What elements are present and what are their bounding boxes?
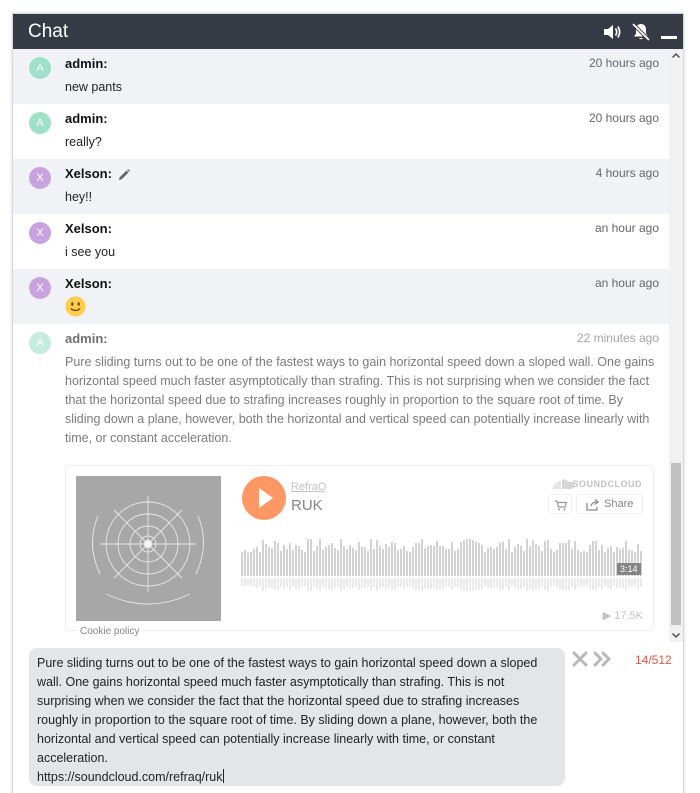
message-author[interactable]: admin:	[65, 331, 108, 346]
pencil-icon[interactable]	[117, 168, 131, 182]
message-time: an hour ago	[594, 221, 659, 235]
scroll-thumb[interactable]	[671, 463, 681, 625]
play-count: ▶ 17.5K	[603, 609, 643, 622]
message-text: i see you	[65, 245, 116, 259]
message-author[interactable]: admin:	[65, 111, 108, 126]
message-list: A admin: 20 hours ago new pants A admin:…	[13, 49, 683, 642]
message-text: really?	[65, 135, 102, 149]
avatar[interactable]: X	[29, 167, 51, 189]
chat-title: Chat	[28, 21, 69, 42]
message-text: new pants	[65, 80, 122, 94]
waveform[interactable]	[241, 532, 643, 594]
chat-header: Chat	[13, 14, 683, 49]
message-item: X Xelson: an hour ago	[13, 269, 669, 324]
clear-icon[interactable]	[571, 650, 589, 668]
avatar[interactable]: A	[29, 112, 51, 134]
avatar[interactable]: X	[29, 222, 51, 244]
play-button[interactable]	[242, 476, 286, 520]
share-icon	[586, 499, 600, 511]
message-author[interactable]: admin:	[65, 56, 108, 71]
message-item: A admin: 22 minutes ago Pure sliding tur…	[13, 324, 669, 642]
cart-icon	[555, 500, 568, 511]
message-time: 20 hours ago	[588, 111, 659, 125]
message-author[interactable]: Xelson:	[65, 166, 112, 181]
avatar[interactable]: X	[29, 277, 51, 299]
volume-icon[interactable]	[601, 21, 623, 43]
scroll-down-arrow-icon[interactable]	[669, 628, 683, 642]
message-item: A admin: 20 hours ago new pants	[13, 49, 669, 104]
message-item: A admin: 20 hours ago really?	[13, 104, 669, 159]
message-time: 4 hours ago	[595, 166, 659, 180]
send-icon[interactable]	[593, 650, 613, 668]
play-count-icon: ▶	[602, 610, 612, 622]
share-label: Share	[604, 498, 634, 510]
soundcloud-brand[interactable]: SOUNDCLOUD	[573, 479, 643, 489]
track-title[interactable]: RUK	[291, 497, 323, 514]
text-caret	[222, 769, 224, 783]
message-input-value: Pure sliding turns out to be one of the …	[37, 656, 538, 784]
scrollbar[interactable]	[669, 49, 683, 642]
buy-button[interactable]	[548, 494, 572, 514]
message-input-text[interactable]: Pure sliding turns out to be one of the …	[37, 654, 559, 787]
track-artist-link[interactable]: RefraQ	[291, 481, 326, 493]
message-time: 22 minutes ago	[576, 331, 659, 345]
bell-off-icon[interactable]	[630, 21, 652, 43]
cookie-policy-link[interactable]: Cookie policy	[78, 625, 142, 638]
message-author[interactable]: Xelson:	[65, 276, 112, 291]
message-input[interactable]: Pure sliding turns out to be one of the …	[29, 648, 565, 786]
play-count-value: 17.5K	[614, 610, 643, 622]
message-time: an hour ago	[594, 276, 659, 290]
minimize-icon[interactable]	[658, 21, 680, 43]
message-item: X Xelson: an hour ago i see you	[13, 214, 669, 269]
scroll-up-arrow-icon[interactable]	[669, 49, 683, 63]
soundcloud-embed: Cookie policy RefraQ RUK SOUNDCLOUD Shar…	[65, 465, 654, 638]
message-text: hey!!	[65, 190, 93, 204]
avatar[interactable]: A	[29, 57, 51, 79]
chat-window: Chat A admin: 20 hours ago new pants A a…	[12, 13, 684, 793]
slightly-smiling-face-icon	[65, 296, 86, 317]
share-button[interactable]: Share	[576, 494, 643, 514]
track-duration: 3:14	[617, 563, 641, 575]
message-text: Pure sliding turns out to be one of the …	[65, 355, 655, 445]
message-time: 20 hours ago	[588, 56, 659, 70]
message-author[interactable]: Xelson:	[65, 221, 112, 236]
character-count: 14/512	[635, 653, 672, 667]
avatar[interactable]: A	[29, 332, 51, 354]
album-art[interactable]: Cookie policy	[76, 476, 221, 638]
message-item: X Xelson: 4 hours ago hey!!	[13, 159, 669, 214]
